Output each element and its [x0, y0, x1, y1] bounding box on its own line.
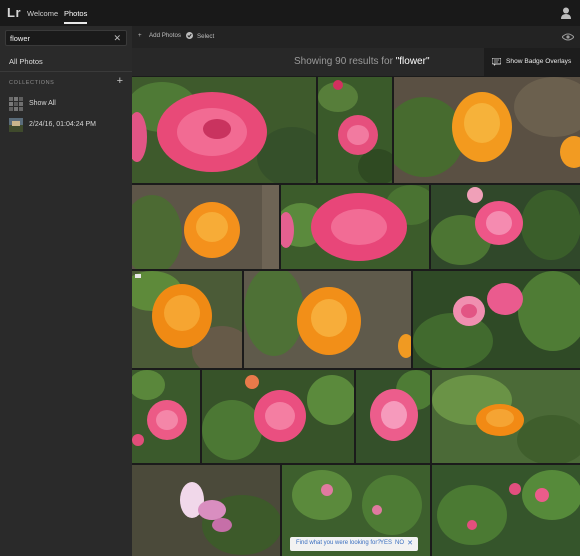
grid-thumbnail-icon: [9, 97, 23, 111]
collection-label: Show All: [29, 100, 56, 107]
photo-thumbnail[interactable]: [132, 185, 279, 269]
add-photos-button[interactable]: + Add Photos: [138, 32, 181, 39]
results-query: "flower": [395, 56, 430, 67]
feedback-question: Find what you were looking for?: [296, 540, 381, 546]
photo-thumbnail[interactable]: [394, 77, 580, 183]
feedback-no-button[interactable]: NO: [395, 540, 404, 546]
feedback-toast: Find what you were looking for? YES NO ✕: [290, 537, 418, 551]
results-header: Showing 90 results for "flower" Show Bad…: [132, 48, 580, 76]
photo-thumbnail[interactable]: [432, 465, 580, 556]
collections-header: COLLECTIONS: [9, 80, 55, 86]
collection-thumbnail: [9, 118, 23, 132]
sidebar-item-all-photos[interactable]: All Photos: [9, 57, 43, 66]
photo-thumbnail[interactable]: [318, 77, 392, 183]
select-button[interactable]: Select: [186, 32, 214, 40]
collection-label: 2/24/16, 01:04:24 PM: [29, 121, 96, 128]
photo-grid: [132, 76, 580, 556]
select-label: Select: [197, 33, 215, 40]
sidebar-divider: [0, 71, 132, 72]
photo-thumbnail[interactable]: [431, 185, 580, 269]
badge-overlays-label: Show Badge Overlays: [506, 58, 572, 65]
photo-thumbnail[interactable]: [356, 370, 430, 463]
photo-thumbnail[interactable]: [432, 370, 580, 463]
add-collection-icon[interactable]: +: [117, 75, 123, 87]
search-box[interactable]: ✕: [5, 30, 127, 46]
user-icon[interactable]: [561, 7, 571, 19]
tab-photos[interactable]: Photos: [64, 9, 88, 24]
lightroom-logo: Lr: [7, 5, 21, 20]
plus-icon: +: [138, 32, 142, 39]
collection-show-all[interactable]: Show All: [9, 97, 127, 113]
sidebar: ✕ All Photos COLLECTIONS + Show All 2/24…: [0, 26, 132, 556]
photo-thumbnail[interactable]: [202, 370, 354, 463]
photo-thumbnail[interactable]: [132, 370, 200, 463]
close-icon[interactable]: ✕: [407, 539, 413, 547]
photo-thumbnail[interactable]: [132, 465, 280, 556]
photo-thumbnail[interactable]: [244, 271, 411, 368]
eye-icon[interactable]: [562, 33, 574, 41]
photo-thumbnail[interactable]: [413, 271, 580, 368]
clear-search-icon[interactable]: ✕: [113, 33, 121, 43]
checkmark-circle-icon: [186, 32, 194, 40]
search-input[interactable]: [10, 32, 110, 44]
photo-thumbnail[interactable]: [132, 271, 242, 368]
results-summary: Showing 90 results for "flower": [294, 56, 430, 67]
tab-welcome[interactable]: Welcome: [27, 9, 58, 18]
speech-bubble-icon: [492, 58, 501, 66]
photo-thumbnail[interactable]: [132, 77, 316, 183]
photo-thumbnail[interactable]: [281, 185, 429, 269]
feedback-yes-button[interactable]: YES: [380, 540, 392, 546]
top-bar: Lr Welcome Photos: [0, 0, 580, 26]
results-count-text: Showing 90 results for: [294, 56, 396, 67]
add-photos-label: Add Photos: [149, 32, 181, 39]
collection-date[interactable]: 2/24/16, 01:04:24 PM: [9, 118, 127, 134]
show-badge-overlays-button[interactable]: Show Badge Overlays: [484, 48, 580, 76]
toolbar: + Add Photos Select: [132, 26, 580, 48]
